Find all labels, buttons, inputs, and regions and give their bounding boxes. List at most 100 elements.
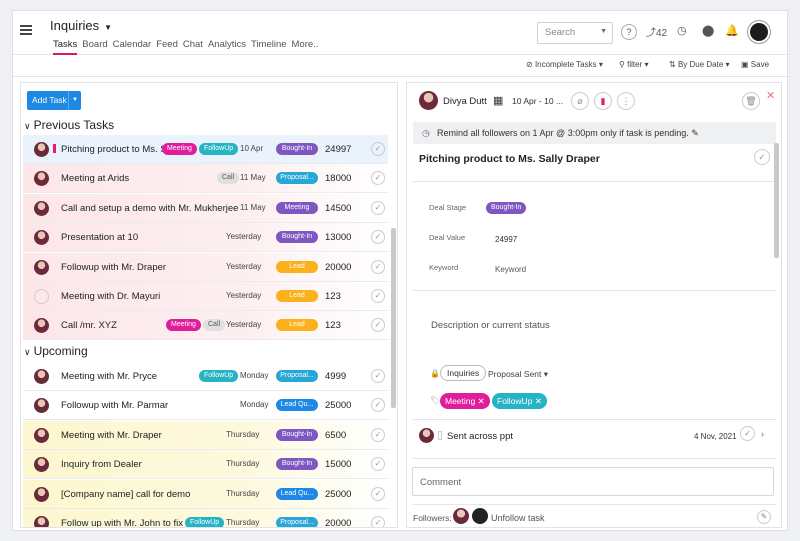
task-title[interactable]: Meeting with Dr. Mayuri <box>61 291 160 302</box>
stage-badge[interactable]: Meeting <box>276 201 318 214</box>
assignee-avatar[interactable] <box>34 142 49 157</box>
assignee-avatar[interactable] <box>34 200 49 216</box>
task-row[interactable]: Presentation at 10 Yesterday Bought-In 1300… <box>23 223 388 253</box>
task-row[interactable]: Meeting with Mr. Pryce FollowUp Monday Prop… <box>23 362 388 391</box>
assignee-name[interactable]: Divya Dutt <box>443 96 487 107</box>
task-row[interactable]: Followup with Mr. Draper Yesterday Lead 200… <box>23 252 388 282</box>
user-avatar[interactable] <box>748 21 770 43</box>
comment-input[interactable]: Comment <box>412 467 774 496</box>
task-title[interactable]: Presentation at 10 <box>61 232 138 243</box>
task-title[interactable]: Meeting with Mr. Draper <box>61 430 162 441</box>
project-title[interactable]: Inquiries ▼ <box>50 18 112 33</box>
task-row[interactable]: Call /mr. XYZ Call Meeting Yesterday Lead 123… <box>23 311 388 341</box>
tag-meeting[interactable]: Meeting ✕ <box>440 393 490 409</box>
clock-icon[interactable]: ◷ <box>677 24 687 37</box>
assignee-avatar[interactable] <box>34 318 49 334</box>
due-date[interactable]: Thursday <box>226 489 259 498</box>
due-date[interactable]: Yesterday <box>226 232 261 241</box>
save-button[interactable]: ▣ Save <box>741 60 769 69</box>
complete-task-checkbox[interactable]: ✓ <box>371 398 385 413</box>
task-title[interactable]: Pitching product to Ms. Sally Draper <box>419 153 600 165</box>
task-title[interactable]: Inquiry from Dealer <box>61 459 142 470</box>
due-date[interactable]: 11 May <box>240 203 266 212</box>
pencil-icon[interactable]: ✎ <box>757 510 771 524</box>
due-date[interactable]: Monday <box>240 371 268 380</box>
task-title[interactable]: Pitching product to Ms. Sa <box>61 144 172 155</box>
due-date[interactable]: 10 Apr <box>240 144 263 153</box>
complete-task-checkbox[interactable]: ✓ <box>371 289 385 303</box>
activity-icon[interactable]: ⤴42 <box>646 24 667 39</box>
assignee-avatar[interactable] <box>34 516 49 527</box>
tag-followup[interactable]: FollowUp <box>185 517 225 527</box>
pencil-icon[interactable]: ✎ <box>691 128 699 138</box>
keyword-field[interactable]: Keyword <box>495 265 526 274</box>
complete-task-checkbox[interactable]: ✓ <box>371 171 385 186</box>
stage-badge[interactable]: Lead <box>276 319 318 332</box>
tag-followup[interactable]: FollowUp <box>199 143 239 155</box>
tag-meeting[interactable]: Meeting <box>166 319 201 332</box>
unfollow-button[interactable]: Unfollow task <box>491 513 545 523</box>
due-date[interactable]: Thursday <box>226 518 259 527</box>
date-range[interactable]: 10 Apr - 10 ... <box>512 96 563 106</box>
task-row[interactable]: Meeting with Dr. Mayuri Yesterday Lead 123 ✓ <box>23 282 388 311</box>
bell-icon[interactable]: 🔔 <box>725 24 739 37</box>
assignee-avatar[interactable] <box>34 289 49 304</box>
check-icon[interactable]: ✓ <box>740 426 755 441</box>
due-date[interactable]: Thursday <box>226 459 259 468</box>
assignee-avatar[interactable] <box>34 230 49 246</box>
tab-board[interactable]: Board <box>82 39 107 55</box>
due-date[interactable]: Yesterday <box>226 291 261 300</box>
task-title[interactable]: Meeting at Arids <box>61 173 129 184</box>
add-task-button[interactable]: Add Task ▼ <box>27 91 81 110</box>
scrollbar[interactable] <box>391 228 396 408</box>
sort-button[interactable]: ⇅ By Due Date ▾ <box>669 60 730 69</box>
tag-followup[interactable]: FollowUp ✕ <box>492 393 547 409</box>
task-title[interactable]: Followup with Mr. Draper <box>61 262 166 273</box>
assignee-avatar[interactable] <box>34 457 49 473</box>
stage-badge[interactable]: Lead Qu... <box>276 487 318 500</box>
stage-badge[interactable]: Lead Qu... <box>276 399 318 412</box>
complete-task-checkbox[interactable]: ✓ <box>371 142 385 156</box>
close-icon[interactable]: ✕ <box>766 89 775 102</box>
chevron-down-icon[interactable]: ∨ <box>24 347 31 358</box>
stage-badge[interactable]: Proposal... <box>276 517 318 527</box>
stage-badge[interactable]: Bought-In <box>276 231 318 244</box>
due-date[interactable]: Thursday <box>226 430 259 439</box>
task-title[interactable]: Call /mr. XYZ <box>61 320 117 331</box>
assignee-avatar[interactable] <box>34 171 49 187</box>
menu-icon[interactable] <box>20 25 32 35</box>
tag-call[interactable]: Call <box>217 172 240 185</box>
task-title[interactable]: Follow up with Mr. John to fix a m <box>61 518 201 527</box>
task-row[interactable]: Meeting with Mr. Draper Thursday Bought-In… <box>23 420 388 450</box>
assignee-avatar[interactable] <box>34 259 49 275</box>
stage-badge[interactable]: Lead <box>276 290 318 302</box>
assignee-avatar[interactable] <box>34 486 49 502</box>
tag-followup[interactable]: FollowUp <box>199 370 239 382</box>
remove-tag-icon[interactable]: ✕ <box>478 396 485 406</box>
task-row[interactable]: Followup with Mr. Parmar Monday Lead Qu...… <box>23 391 388 421</box>
calendar-icon[interactable]: ▦ <box>493 94 503 107</box>
tab-analytics[interactable]: Analytics <box>208 39 246 55</box>
tab-tasks[interactable]: Tasks <box>53 39 78 55</box>
due-date[interactable]: 11 May <box>240 173 266 182</box>
stage-badge[interactable]: Lead <box>276 260 318 273</box>
description-field[interactable]: Description or current status <box>431 320 550 331</box>
search-input[interactable]: Search ▼ <box>537 22 613 44</box>
task-title[interactable]: Meeting with Mr. Pryce <box>61 371 157 382</box>
task-row[interactable]: Meeting at Arids Call 11 May Proposal... 180… <box>23 164 388 194</box>
deal-value[interactable]: 24997 <box>495 235 517 244</box>
section-previous-tasks[interactable]: ∨ Previous Tasks <box>24 118 114 132</box>
stage-badge[interactable]: Proposal... <box>276 172 318 185</box>
complete-task-checkbox[interactable]: ✓ <box>371 369 385 383</box>
complete-task-checkbox[interactable]: ✓ <box>754 149 770 165</box>
more-options-icon[interactable]: ⋮ <box>617 92 635 110</box>
tab-timeline[interactable]: Timeline <box>251 39 287 55</box>
incomplete-tasks-filter[interactable]: ⊘ Incomplete Tasks ▾ <box>526 60 603 69</box>
filter-button[interactable]: ⚲ filter ▾ <box>619 60 648 69</box>
task-title[interactable]: [Company name] call for demo <box>61 489 190 500</box>
task-row[interactable]: Inquiry from Dealer Thursday Bought-In 1500… <box>23 450 388 480</box>
complete-task-checkbox[interactable]: ✓ <box>371 230 385 245</box>
status-dropdown[interactable]: Proposal Sent ▾ <box>488 369 548 380</box>
board-chip[interactable]: Inquiries <box>440 365 487 381</box>
chevron-right-icon[interactable]: › <box>761 429 764 439</box>
